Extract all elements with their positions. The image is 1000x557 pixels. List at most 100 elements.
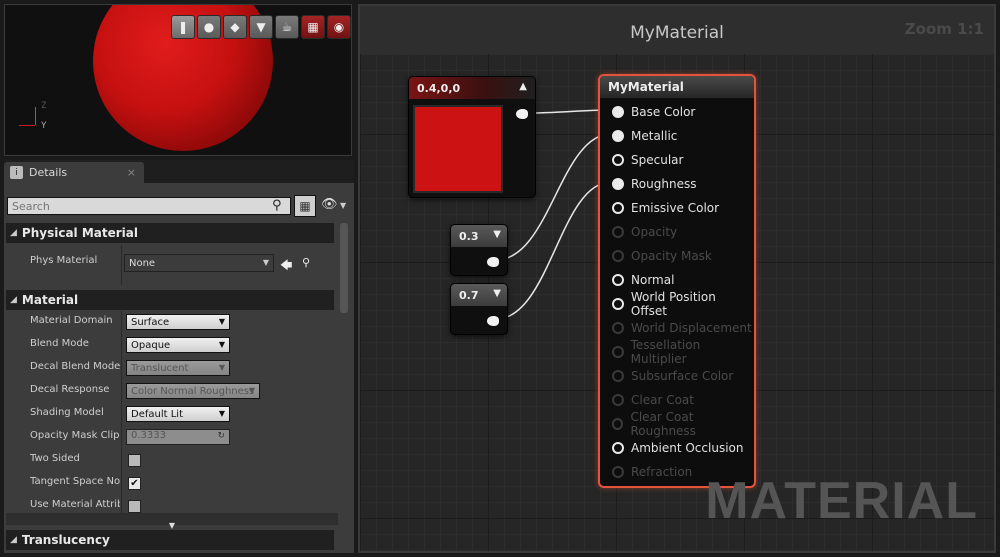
browse-search-icon[interactable]: ⚲ [302, 256, 310, 269]
preview-toolbar: ❚ ● ◆ ▼ ☕ ▦ ◉ [171, 15, 351, 39]
pin-circle-icon[interactable] [612, 466, 624, 478]
node-value-label: 0.4,0,0 [417, 81, 461, 95]
eye-icon[interactable]: 👁 [321, 197, 338, 212]
category-physical-material[interactable]: ◢ Physical Material [6, 223, 334, 243]
prop-row: Blend Mode Opaque ▼ [6, 334, 338, 357]
reset-icon[interactable]: ↻ [217, 431, 225, 441]
use-selected-arrow-icon[interactable]: 🡄 [280, 256, 292, 277]
checkbox[interactable] [128, 454, 141, 467]
input-pin-row[interactable]: World Displacement [612, 318, 752, 338]
input-pin-row[interactable]: Ambient Occlusion [612, 438, 743, 458]
search-icon[interactable]: ⚲ [272, 198, 282, 213]
prop-row: Decal Response Color Normal Roughness ▼ [6, 380, 338, 403]
close-icon[interactable]: × [127, 166, 136, 179]
constant-node-2[interactable]: 0.7 ▼ [450, 283, 508, 335]
sphere-icon[interactable]: ● [197, 15, 221, 39]
input-pin-row[interactable]: Specular [612, 150, 683, 170]
output-pin[interactable] [516, 109, 528, 119]
teapot-icon[interactable]: ☕ [275, 15, 299, 39]
chevron-down-icon: ▼ [262, 258, 269, 267]
pin-circle-icon[interactable] [612, 442, 624, 454]
pin-circle-icon[interactable] [612, 298, 624, 310]
input-pin-row[interactable]: Emissive Color [612, 198, 719, 218]
combo-box[interactable]: Color Normal Roughness ▼ [126, 383, 260, 399]
pin-circle-icon[interactable] [612, 370, 624, 382]
constant-node-1[interactable]: 0.3 ▼ [450, 224, 508, 276]
pin-circle-icon[interactable] [612, 394, 624, 406]
combo-box[interactable]: Translucent ▼ [126, 360, 230, 376]
realtime-icon[interactable]: ◉ [327, 15, 351, 39]
input-pin-row[interactable]: Clear Coat Roughness [612, 410, 754, 438]
input-pin-row[interactable]: Roughness [612, 174, 696, 194]
prop-label: Opacity Mask Clip [30, 430, 120, 441]
pin-circle-icon[interactable] [612, 154, 624, 166]
pin-circle-icon[interactable] [612, 202, 624, 214]
column-divider [121, 403, 122, 426]
input-pin-row[interactable]: Subsurface Color [612, 366, 733, 386]
plane-icon[interactable]: ◆ [223, 15, 247, 39]
prop-row-phys-material: Phys Material None ▼ 🡄 ⚲ [6, 245, 338, 285]
category-translucency[interactable]: ◢ Translucency [6, 530, 334, 550]
pin-label: Subsurface Color [631, 369, 734, 383]
pin-circle-icon[interactable] [612, 130, 624, 142]
prop-row: Material Domain Surface ▼ [6, 311, 338, 334]
pin-label: Clear Coat [631, 393, 694, 407]
material-graph[interactable]: MyMaterial Zoom 1:1 0.4,0,0 ▲ 0.3 ▼ 0.7 … [358, 4, 996, 553]
property-matrix-button[interactable]: ▦ [294, 195, 316, 217]
numeric-spinbox[interactable]: 0.3333 ↻ [126, 429, 230, 445]
details-scrollbar[interactable] [340, 223, 348, 313]
category-material[interactable]: ◢ Material [6, 290, 334, 310]
input-pin-row[interactable]: Metallic [612, 126, 677, 146]
input-pin-row[interactable]: Refraction [612, 462, 692, 482]
column-divider [121, 426, 122, 449]
input-pin-row[interactable]: World Position Offset [612, 290, 754, 318]
prop-row: Decal Blend Mode Translucent ▼ [6, 357, 338, 380]
collapse-arrow-icon: ◢ [10, 535, 17, 545]
cylinder-icon[interactable]: ❚ [171, 15, 195, 39]
details-icon: i [10, 166, 23, 179]
material-watermark: MATERIAL [705, 472, 978, 530]
pin-label: Opacity [631, 225, 678, 239]
input-pin-row[interactable]: Opacity [612, 222, 677, 242]
search-input[interactable] [7, 197, 291, 215]
combo-box[interactable]: Opaque ▼ [126, 337, 230, 353]
phys-material-combo[interactable]: None ▼ [124, 254, 274, 272]
grid-icon[interactable]: ▦ [301, 15, 325, 39]
output-pin[interactable] [487, 316, 499, 326]
constant3vector-node[interactable]: 0.4,0,0 ▲ [408, 76, 536, 198]
collapse-triangle-icon[interactable]: ▼ [493, 288, 501, 299]
pin-circle-icon[interactable] [612, 346, 624, 358]
material-result-node[interactable]: MyMaterial Base Color Metallic Specular Rou… [598, 74, 756, 488]
input-pin-row[interactable]: Normal [612, 270, 674, 290]
pin-circle-icon[interactable] [612, 322, 624, 334]
tab-details[interactable]: i Details × [4, 162, 144, 183]
pin-circle-icon[interactable] [612, 106, 624, 118]
pin-label: Clear Coat Roughness [630, 410, 696, 438]
pin-circle-icon[interactable] [612, 226, 624, 238]
material-preview-viewport[interactable]: ❚ ● ◆ ▼ ☕ ▦ ◉ Z Y [4, 4, 352, 156]
output-pin[interactable] [487, 257, 499, 267]
prop-row: Shading Model Default Lit ▼ [6, 403, 338, 426]
pin-circle-icon[interactable] [612, 274, 624, 286]
pin-circle-icon[interactable] [612, 418, 624, 430]
pin-label: Opacity Mask [631, 249, 712, 263]
advanced-expander[interactable]: ▼ [6, 513, 338, 530]
collapse-triangle-icon[interactable]: ▼ [493, 229, 501, 240]
combo-box[interactable]: Surface ▼ [126, 314, 230, 330]
pin-circle-icon[interactable] [612, 250, 624, 262]
input-pin-row[interactable]: Tessellation Multiplier [612, 338, 754, 366]
collapse-triangle-icon[interactable]: ▲ [519, 81, 527, 92]
checkbox[interactable]: ✔ [128, 477, 141, 490]
chevron-down-icon[interactable]: ▼ [340, 201, 346, 210]
input-pin-row[interactable]: Base Color [612, 102, 695, 122]
column-divider [121, 472, 122, 495]
checkbox[interactable] [128, 500, 141, 513]
cube-icon[interactable]: ▼ [249, 15, 273, 39]
pin-circle-icon[interactable] [612, 178, 624, 190]
input-pin-row[interactable]: Clear Coat [612, 390, 694, 410]
combo-box[interactable]: Default Lit ▼ [126, 406, 230, 422]
pin-label: Refraction [631, 465, 693, 479]
pin-label: Base Color [631, 105, 696, 119]
input-pin-row[interactable]: Opacity Mask [612, 246, 712, 266]
combo-value: Translucent [131, 362, 189, 374]
